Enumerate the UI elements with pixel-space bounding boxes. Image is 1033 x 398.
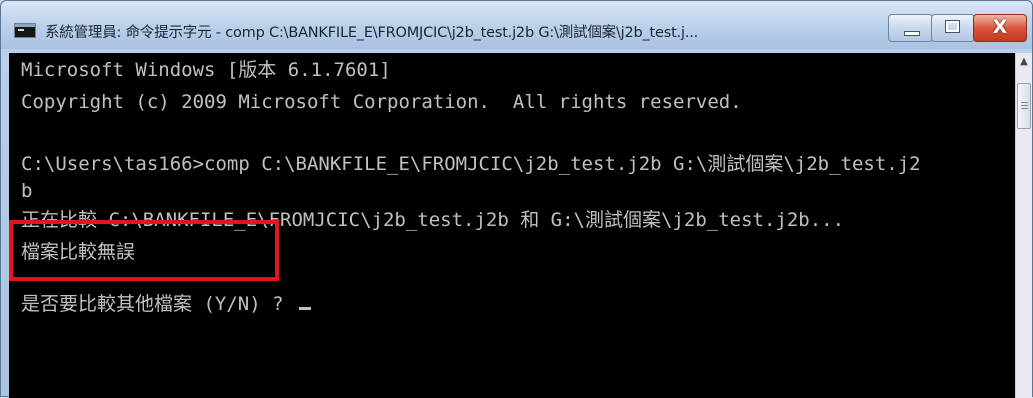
console-line: C:\Users\tas166>comp C:\BANKFILE_E\FROMJ… [21, 153, 921, 175]
console-line: b [21, 180, 33, 202]
scroll-up-arrow-icon[interactable]: ▲ [1016, 53, 1032, 71]
maximize-icon [945, 20, 960, 33]
console-line: 是否要比較其他檔案 (Y/N) ? [21, 293, 295, 315]
console-line: Microsoft Windows [版本 6.1.7601] [21, 59, 391, 81]
console-prompt-line[interactable]: 是否要比較其他檔案 (Y/N) ? [21, 289, 311, 319]
command-prompt-window: 系統管理員: 命令提示字元 - comp C:\BANKFILE_E\FROMJ… [0, 0, 1033, 398]
scroll-thumb[interactable] [1017, 83, 1031, 129]
close-icon: X [992, 16, 1008, 38]
cmd-icon-prompt [18, 29, 24, 31]
window-title: 系統管理員: 命令提示字元 - comp C:\BANKFILE_E\FROMJ… [45, 25, 699, 41]
close-button[interactable]: X [973, 14, 1027, 42]
thumb-grip-icon [1021, 105, 1028, 106]
vertical-scrollbar[interactable]: ▲ [1015, 53, 1032, 398]
text-cursor [298, 307, 311, 310]
cmd-icon-bar [15, 24, 35, 27]
minimize-icon [904, 31, 920, 36]
thumb-grip-icon [1021, 102, 1028, 103]
maximize-button[interactable] [931, 14, 975, 42]
title-bar[interactable]: 系統管理員: 命令提示字元 - comp C:\BANKFILE_E\FROMJ… [1, 1, 1032, 49]
minimize-button[interactable] [888, 14, 933, 42]
cmd-icon[interactable] [14, 23, 36, 38]
console-line: Copyright (c) 2009 Microsoft Corporation… [21, 91, 742, 113]
annotation-highlight-box [9, 220, 279, 281]
thumb-grip-icon [1021, 108, 1028, 109]
